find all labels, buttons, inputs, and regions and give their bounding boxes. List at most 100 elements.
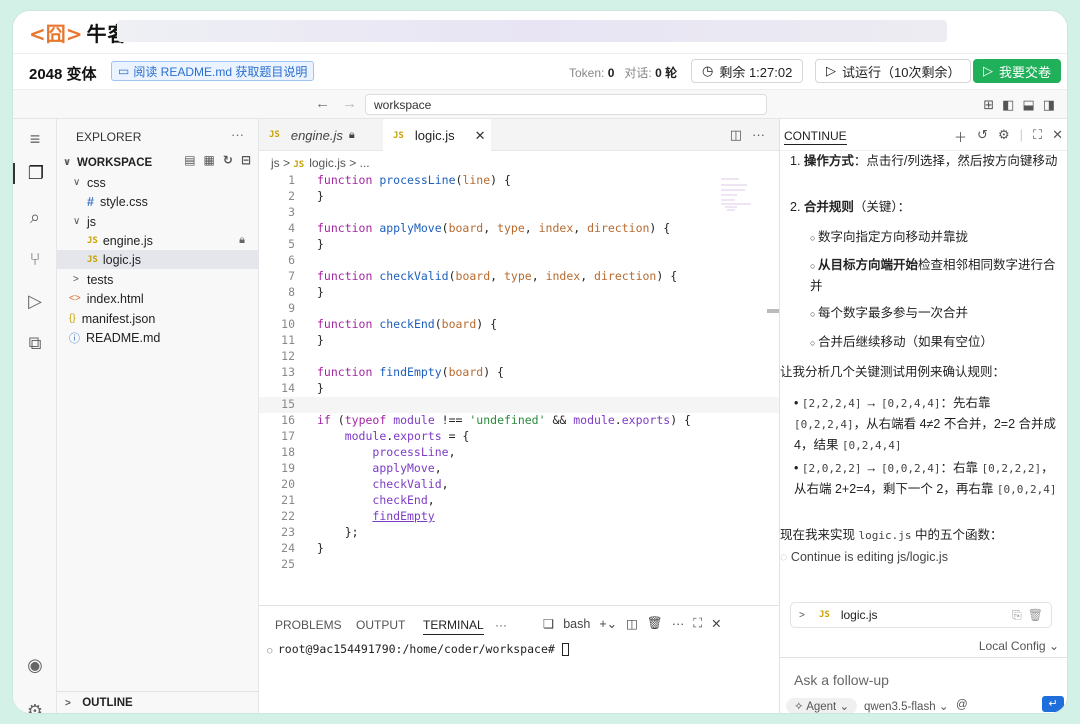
readme-button[interactable]: ▭ 阅读 README.md 获取题目说明 [111, 61, 315, 81]
new-terminal-icon[interactable]: +⌄ [599, 616, 617, 631]
search-icon[interactable]: ⌕ [13, 207, 57, 228]
toggle-sidebar-icon[interactable]: ◧ [1002, 97, 1014, 113]
history-icon[interactable]: ↺ [977, 127, 988, 146]
tree-item-engine-js[interactable]: JS engine.js 🔒︎ [57, 231, 259, 250]
code-line[interactable]: 12 [259, 349, 779, 365]
scrollbar[interactable] [767, 309, 779, 313]
code-line[interactable]: 4 function applyMove(board, type, index, … [259, 221, 779, 237]
send-button[interactable]: ↵ [1042, 696, 1064, 712]
more-icon[interactable]: ··· [231, 127, 244, 142]
code-line[interactable]: 13 function findEmpty(board) { [259, 365, 779, 381]
panel-more-icon[interactable]: ··· [495, 618, 507, 632]
tree-item-manifest-json[interactable]: {} manifest.json [57, 309, 259, 328]
maximize-icon[interactable]: ⛶ [1033, 127, 1042, 146]
tree-item-readme[interactable]: ⓘ README.md [57, 328, 259, 347]
chat-title[interactable]: CONTINUE [784, 129, 847, 145]
collapse-icon[interactable]: ⊟ [241, 153, 251, 167]
tab-output[interactable]: OUTPUT [356, 618, 405, 632]
tree-item-style-css[interactable]: # style.css [57, 192, 259, 211]
gear-icon[interactable]: ⚙ [998, 127, 1010, 146]
outline-section[interactable]: > OUTLINE [57, 691, 259, 713]
split-editor-icon[interactable]: ◫ [730, 127, 742, 143]
code-line[interactable]: 8} [259, 285, 779, 301]
toggle-panel-icon[interactable]: ⬓ [1022, 97, 1034, 113]
shell-name[interactable]: bash [563, 617, 590, 631]
code-line[interactable]: 21 checkEnd, [259, 493, 779, 509]
code-line[interactable]: 19 applyMove, [259, 461, 779, 477]
run-debug-icon[interactable]: ▷ [13, 291, 57, 312]
code-line[interactable]: 23 }; [259, 525, 779, 541]
code-line[interactable]: 18 processLine, [259, 445, 779, 461]
trash-icon[interactable]: 🗑︎ [1028, 608, 1043, 622]
close-icon[interactable]: ✕ [1052, 127, 1063, 146]
file-card[interactable]: > JS logic.js ⎘ 🗑︎ [790, 602, 1052, 628]
code-area[interactable]: 1 function processLine(line) {2} 3 4 functio… [259, 173, 779, 603]
plus-icon[interactable]: ＋ [954, 127, 967, 146]
code-line[interactable]: 2} [259, 189, 779, 205]
submit-button[interactable]: ▷ 我要交卷 [973, 59, 1062, 83]
code-line[interactable]: 11} [259, 333, 779, 349]
tab-problems[interactable]: PROBLEMS [275, 618, 342, 632]
tree-item-tests[interactable]: > tests [57, 270, 259, 289]
menu-icon[interactable]: ≡ [13, 129, 57, 150]
local-config-dropdown[interactable]: Local Config ⌄ [979, 639, 1059, 653]
code-line[interactable]: 6 [259, 253, 779, 269]
code-line[interactable]: 22 findEmpty [259, 509, 779, 525]
apply-icon[interactable]: ⎘ [1012, 608, 1022, 623]
code-line[interactable]: 17 module.exports = { [259, 429, 779, 445]
customize-layout-icon[interactable]: ⊞ [983, 97, 994, 113]
refresh-icon[interactable]: ↻ [223, 153, 233, 167]
code-line[interactable]: 14} [259, 381, 779, 397]
close-icon[interactable]: ✕ [475, 128, 486, 144]
split-terminal-icon[interactable]: ◫ [626, 616, 638, 631]
continue-chat-panel: CONTINUE ＋ ↺ ⚙ | ⛶ ✕ 1. 操作方式：点击行/列选择，然后按… [779, 119, 1067, 713]
code-line[interactable]: 7 function checkValid(board, type, index,… [259, 269, 779, 285]
code-line[interactable]: 9 [259, 301, 779, 317]
more-icon[interactable]: ··· [672, 617, 685, 631]
maximize-icon[interactable]: ⛶ [693, 616, 702, 631]
brand-logo[interactable]: <囧> 牛客 [29, 18, 129, 47]
code-line[interactable]: 10 function checkEnd(board) { [259, 317, 779, 333]
code-line[interactable]: 25 [259, 557, 779, 573]
new-file-icon[interactable]: ▤ [184, 153, 195, 167]
tree-item-css[interactable]: ∨ css [57, 173, 259, 192]
mention-button[interactable]: @ [956, 699, 968, 711]
tree-item-logic-js[interactable]: JS logic.js [57, 250, 259, 269]
close-icon[interactable]: ✕ [711, 616, 721, 631]
toggle-secondary-sidebar-icon[interactable]: ◨ [1043, 97, 1055, 113]
more-icon[interactable]: ··· [752, 127, 765, 143]
code-line[interactable]: 1 function processLine(line) { [259, 173, 779, 189]
tab-terminal[interactable]: TERMINAL [423, 618, 484, 635]
tree-item-index-html[interactable]: <> index.html [57, 289, 259, 308]
terminal-output[interactable]: ○ root@9ac154491790:/home/coder/workspac… [267, 642, 569, 656]
extensions-icon[interactable]: ⧉ [13, 333, 57, 354]
chat-input[interactable]: Ask a follow-up ✧ Agent ⌄ qwen3.5-flash … [780, 657, 1067, 713]
line-text: } [317, 333, 324, 347]
minimap[interactable] [721, 177, 769, 217]
model-select[interactable]: qwen3.5-flash ⌄ [864, 699, 948, 713]
code-line[interactable]: 20 checkValid, [259, 477, 779, 493]
trash-icon[interactable]: 🗑︎ [647, 616, 663, 631]
tree-item-js[interactable]: ∨ js [57, 212, 259, 231]
tab-logic-js[interactable]: JS logic.js ✕ [383, 119, 491, 151]
code-line[interactable]: 15 [259, 397, 779, 413]
workspace-folder[interactable]: ∨ WORKSPACE ▤ ▦ ↻ ⊟ [57, 153, 259, 172]
timer-button[interactable]: ◷ 剩余 1:27:02 [691, 59, 804, 83]
back-arrow-icon[interactable]: ← [315, 95, 330, 112]
command-center[interactable]: workspace [365, 94, 767, 115]
code-line[interactable]: 16 if (typeof module !== 'undefined' && m… [259, 413, 779, 429]
line-number: 19 [281, 461, 295, 475]
new-folder-icon[interactable]: ▦ [204, 153, 215, 167]
trial-run-button[interactable]: ▷ 试运行（10次剩余） [815, 59, 972, 83]
code-line[interactable]: 3 [259, 205, 779, 221]
agent-mode-select[interactable]: ✧ Agent ⌄ [786, 698, 858, 713]
account-icon[interactable]: ◉ [13, 655, 57, 676]
explorer-icon[interactable]: ❐ [13, 163, 57, 184]
code-line[interactable]: 5} [259, 237, 779, 253]
source-control-icon[interactable]: ⑂ [13, 249, 57, 270]
tab-engine-js[interactable]: JS engine.js 🔒︎ [259, 119, 383, 151]
line-number: 1 [288, 173, 295, 187]
settings-gear-icon[interactable]: ⚙ [13, 701, 57, 713]
code-line[interactable]: 24} [259, 541, 779, 557]
forward-arrow-icon[interactable]: → [342, 95, 357, 112]
